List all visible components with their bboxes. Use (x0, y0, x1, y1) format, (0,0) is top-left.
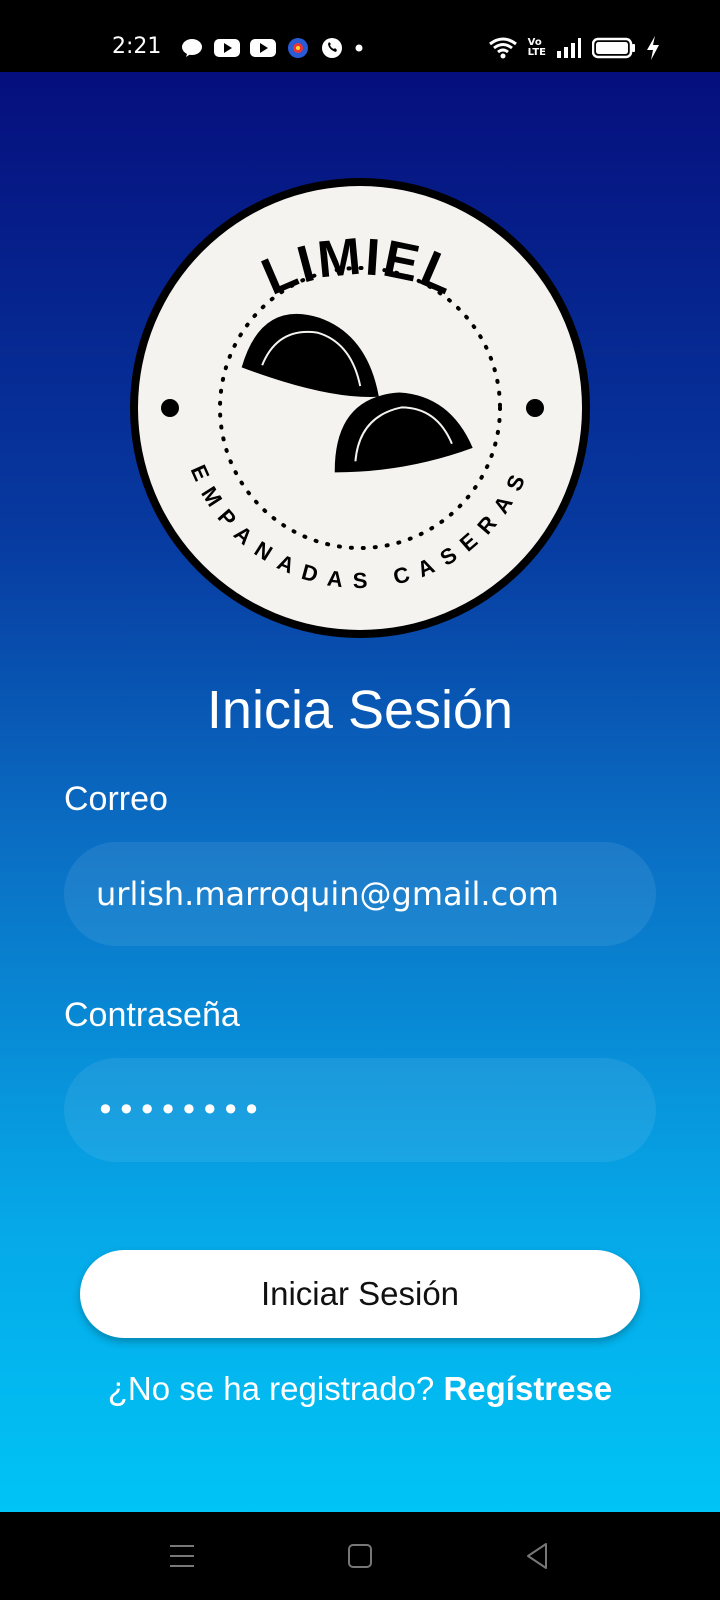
password-label: Contraseña (64, 996, 240, 1034)
page-title: Inicia Sesión (206, 680, 514, 740)
signal-icon (557, 38, 581, 58)
youtube-icon (250, 39, 276, 57)
wifi-icon (488, 37, 517, 59)
battery-icon (592, 37, 635, 59)
password-field[interactable]: •••••••• (64, 1058, 656, 1162)
volte-bottom: LTE (527, 47, 546, 58)
email-field[interactable]: urlish.marroquin@gmail.com (64, 842, 656, 946)
home-icon[interactable] (340, 1536, 380, 1576)
status-time: 2:21 (112, 34, 162, 59)
password-value: •••••••• (96, 1091, 263, 1129)
back-icon[interactable] (518, 1536, 558, 1576)
navigation-bar (0, 1512, 720, 1600)
limiel-logo: LIMIEL EMPANADAS CASERAS (130, 178, 590, 638)
login-button[interactable]: Iniciar Sesión (80, 1250, 640, 1338)
youtube-icon (214, 39, 240, 57)
dot-icon (355, 44, 363, 52)
charging-icon (647, 36, 659, 60)
whatsapp-icon (322, 38, 342, 58)
status-icons-right: Vo LTE (488, 36, 660, 60)
email-value: urlish.marroquin@gmail.com (96, 875, 559, 913)
status-bar: 2:21 Vo LTE (0, 0, 720, 72)
menu-icon[interactable] (162, 1536, 202, 1576)
login-button-label: Iniciar Sesión (260, 1275, 460, 1312)
login-screen: LIMIEL EMPANADAS CASERAS Inicia Sesión C… (0, 72, 720, 1512)
status-icons-left (180, 36, 364, 60)
register-link[interactable]: Regístrese (443, 1370, 612, 1407)
email-label: Correo (64, 780, 168, 818)
app-icon (288, 38, 308, 58)
messenger-icon (182, 39, 202, 57)
register-text: ¿No se ha registrado? (107, 1370, 435, 1407)
volte-icon: Vo LTE (528, 38, 546, 58)
register-prompt: ¿No se ha registrado? Regístrese (0, 1370, 720, 1408)
